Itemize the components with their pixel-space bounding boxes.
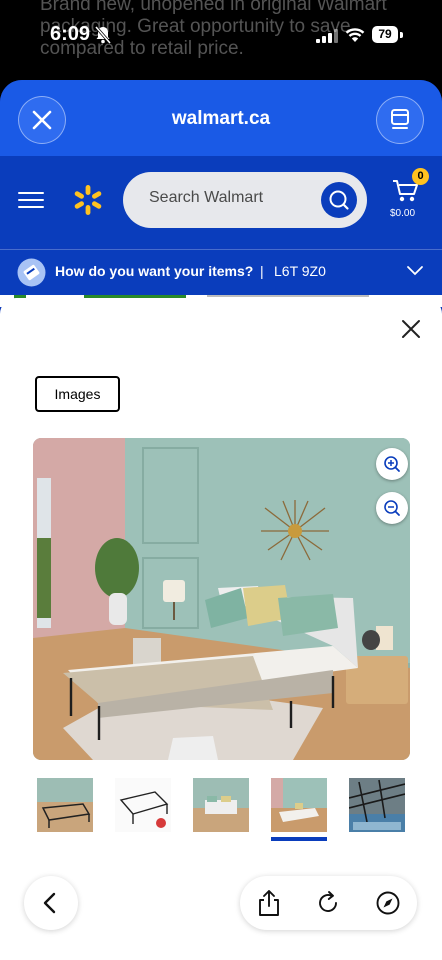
zoom-in-button[interactable] (376, 448, 408, 480)
product-main-image[interactable] (33, 438, 410, 760)
browser-top-bar: walmart.ca (0, 80, 442, 156)
battery-level: 79 (372, 26, 398, 43)
selected-thumbnail-indicator (271, 837, 327, 841)
browser-actions-group (240, 876, 417, 930)
share-icon[interactable] (256, 889, 282, 917)
thumbnail-1[interactable] (37, 778, 93, 832)
wifi-icon (345, 28, 365, 42)
thumbnail-5[interactable] (349, 778, 405, 832)
thumbnail-3[interactable] (193, 778, 249, 832)
bedroom-photo (33, 438, 410, 760)
search-icon (329, 190, 349, 210)
postal-code: L6T 9Z0 (274, 263, 326, 279)
delivery-separator: | (260, 263, 264, 279)
status-bar: 6:09 79 (0, 0, 442, 72)
silent-bell-icon (95, 26, 111, 44)
thumbnail-4-image (271, 778, 327, 832)
browser-menu-button[interactable] (376, 96, 424, 144)
chevron-down-icon (407, 266, 423, 276)
walmart-spark-icon[interactable] (72, 184, 104, 216)
cellular-signal-icon (316, 29, 338, 43)
thumbnail-2-image (115, 778, 171, 832)
walmart-header: Search Walmart 0 $0.00 (0, 156, 442, 248)
zoom-out-icon (384, 500, 400, 516)
back-button[interactable] (24, 876, 78, 930)
close-modal-icon[interactable] (401, 319, 421, 339)
compass-icon[interactable] (375, 890, 401, 916)
search-button[interactable] (321, 182, 357, 218)
reload-icon[interactable] (315, 890, 341, 916)
zoom-in-icon (384, 456, 400, 472)
image-viewer-modal: Images (0, 298, 442, 960)
battery-nub (400, 32, 403, 38)
search-placeholder: Search Walmart (149, 189, 264, 206)
thumbnail-1-image (37, 778, 93, 832)
thumbnail-2[interactable] (115, 778, 171, 832)
delivery-bar[interactable]: How do you want your items? | L6T 9Z0 (0, 249, 442, 296)
back-icon (43, 892, 56, 914)
delivery-question: How do you want your items? (55, 263, 254, 279)
browser-window-icon (391, 109, 409, 129)
search-input[interactable]: Search Walmart (123, 172, 367, 228)
cart-count-badge: 0 (412, 168, 429, 185)
thumbnail-5-image (349, 778, 405, 832)
thumbnail-3-image (193, 778, 249, 832)
cart-button[interactable]: 0 $0.00 (390, 168, 429, 228)
menu-icon[interactable] (18, 190, 44, 210)
cart-total: $0.00 (390, 208, 416, 219)
status-time: 6:09 (50, 23, 91, 45)
thumbnail-4-selected[interactable] (271, 778, 327, 832)
delivery-icon (17, 258, 46, 287)
zoom-out-button[interactable] (376, 492, 408, 524)
tab-images[interactable]: Images (35, 376, 120, 412)
